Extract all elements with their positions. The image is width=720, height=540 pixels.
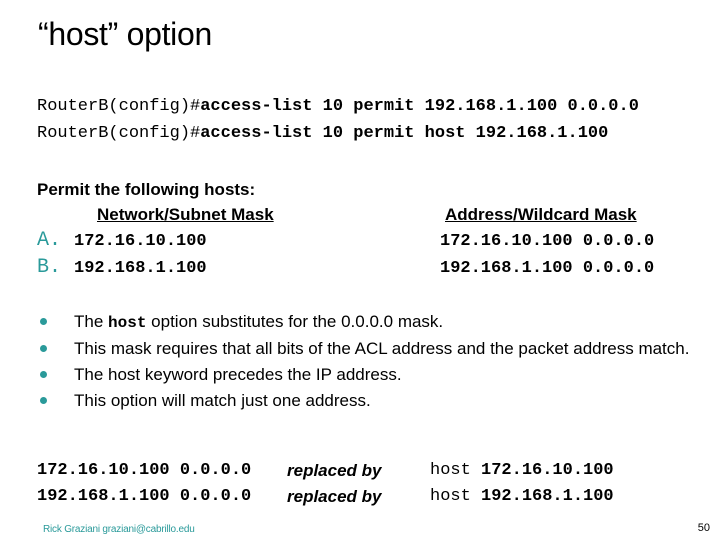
slide-title: “host” option bbox=[38, 16, 212, 52]
host-b-wildcard: 192.168.1.100 0.0.0.0 bbox=[440, 259, 655, 278]
bullet-list: The host option substitutes for the 0.0.… bbox=[37, 309, 717, 414]
replacement-original-2: 192.168.1.100 0.0.0.0 bbox=[37, 487, 252, 506]
host-address: 172.16.10.100 bbox=[481, 461, 614, 480]
bullet-text: The host keyword precedes the IP address… bbox=[74, 365, 402, 384]
bullet-icon bbox=[40, 318, 47, 325]
replacement-new-1: host 172.16.10.100 bbox=[430, 461, 614, 480]
column-header-network-subnet: Network/Subnet Mask bbox=[97, 205, 274, 224]
host-keyword: host bbox=[430, 461, 471, 480]
bullet-text: option substitutes for the 0.0.0.0 mask. bbox=[146, 312, 444, 331]
host-a-wildcard: 172.16.10.100 0.0.0.0 bbox=[440, 232, 655, 251]
bullet-item: This mask requires that all bits of the … bbox=[37, 336, 714, 362]
bullet-item: This option will match just one address. bbox=[37, 388, 714, 414]
host-keyword: host bbox=[430, 487, 471, 506]
command-line-1: RouterB(config)#access-list 10 permit 19… bbox=[37, 97, 639, 116]
cli-prompt: RouterB(config)# bbox=[37, 124, 201, 143]
host-label-b: B. bbox=[37, 256, 62, 279]
bullet-item: The host keyword precedes the IP address… bbox=[37, 362, 714, 388]
cli-command: access-list 10 permit 192.168.1.100 0.0.… bbox=[200, 97, 639, 116]
bullet-icon bbox=[40, 345, 47, 352]
bullet-text: This option will match just one address. bbox=[74, 391, 371, 410]
command-line-2: RouterB(config)#access-list 10 permit ho… bbox=[37, 124, 608, 143]
host-address: 192.168.1.100 bbox=[481, 487, 614, 506]
page-number: 50 bbox=[697, 522, 710, 534]
replacement-verb-2: replaced by bbox=[287, 487, 382, 506]
permit-heading: Permit the following hosts: bbox=[37, 180, 256, 199]
replacement-verb-1: replaced by bbox=[287, 461, 382, 480]
host-keyword-code: host bbox=[108, 314, 147, 332]
bullet-text: The bbox=[74, 312, 109, 331]
bullet-item: The host option substitutes for the 0.0.… bbox=[37, 309, 714, 336]
footer-author: Rick Graziani graziani@cabrillo.edu bbox=[43, 524, 195, 535]
cli-prompt: RouterB(config)# bbox=[37, 97, 201, 116]
column-header-address-wildcard: Address/Wildcard Mask bbox=[445, 205, 637, 224]
host-label-a: A. bbox=[37, 229, 62, 252]
host-a-network: 172.16.10.100 bbox=[74, 232, 207, 251]
cli-command: access-list 10 permit host 192.168.1.100 bbox=[200, 124, 609, 143]
bullet-text: This mask requires that all bits of the … bbox=[74, 339, 690, 358]
bullet-icon bbox=[40, 397, 47, 404]
replacement-original-1: 172.16.10.100 0.0.0.0 bbox=[37, 461, 252, 480]
host-b-network: 192.168.1.100 bbox=[74, 259, 207, 278]
bullet-icon bbox=[40, 371, 47, 378]
replacement-new-2: host 192.168.1.100 bbox=[430, 487, 614, 506]
